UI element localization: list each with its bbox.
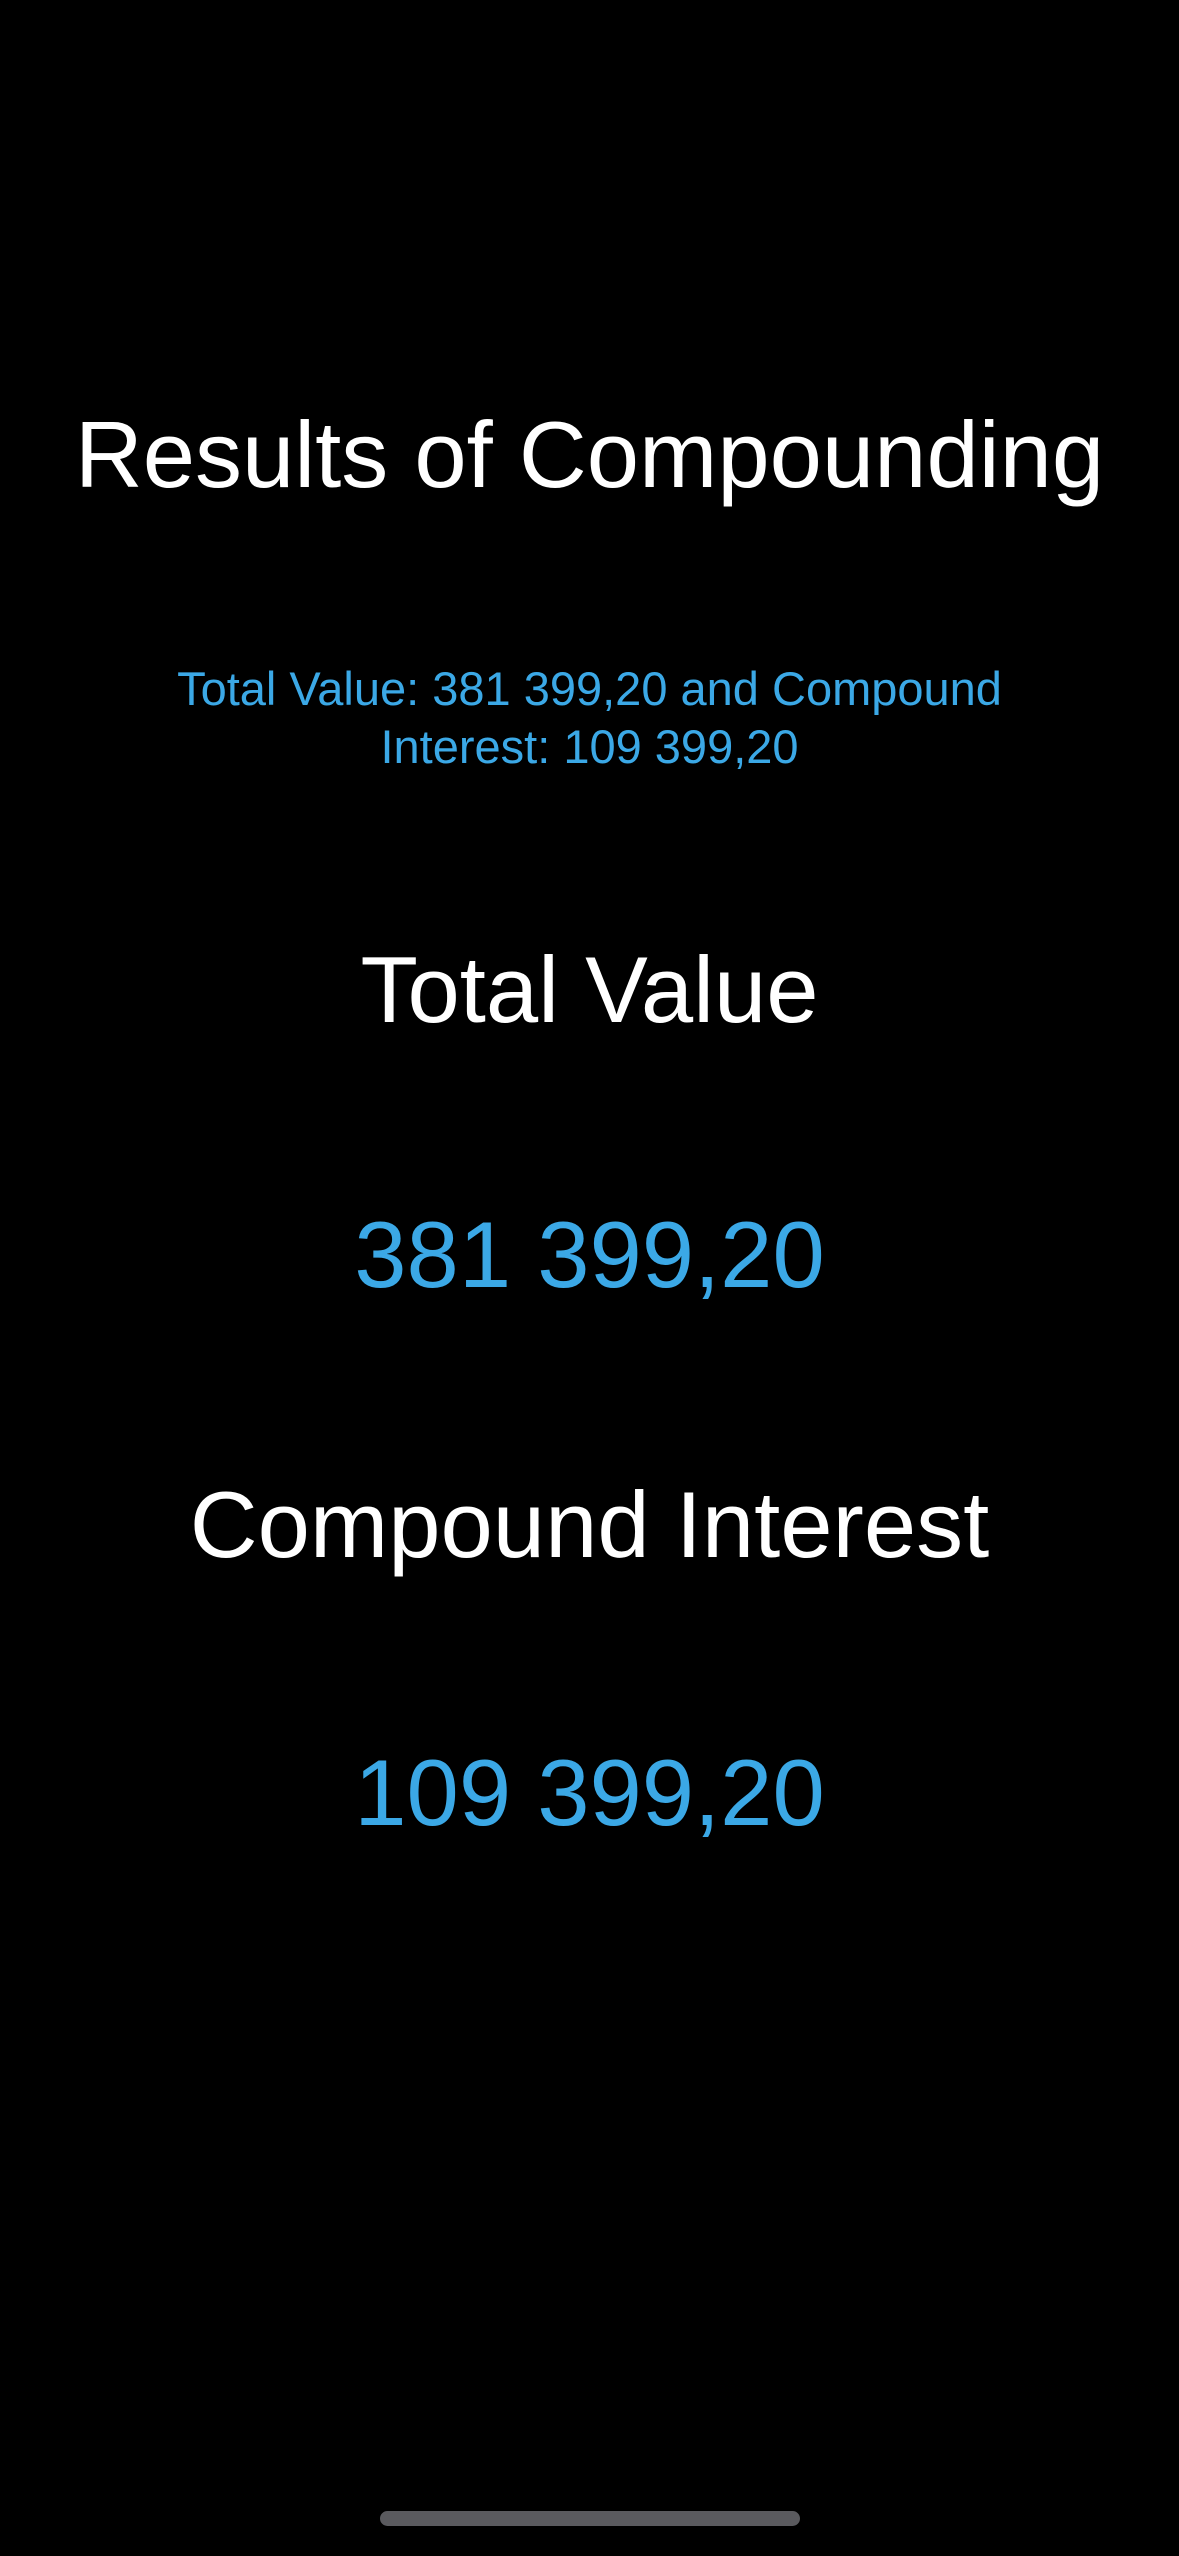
total-value-label: Total Value [360,937,819,1042]
compound-interest-amount: 109 399,20 [354,1740,825,1845]
results-screen: Results of Compounding Total Value: 381 … [0,0,1179,2556]
page-title: Results of Compounding [74,402,1105,507]
results-summary-text: Total Value: 381 399,20 and Compound Int… [177,662,1002,773]
compound-interest-label: Compound Interest [189,1472,990,1577]
total-value-amount: 381 399,20 [354,1202,825,1307]
home-indicator[interactable] [380,2511,800,2526]
